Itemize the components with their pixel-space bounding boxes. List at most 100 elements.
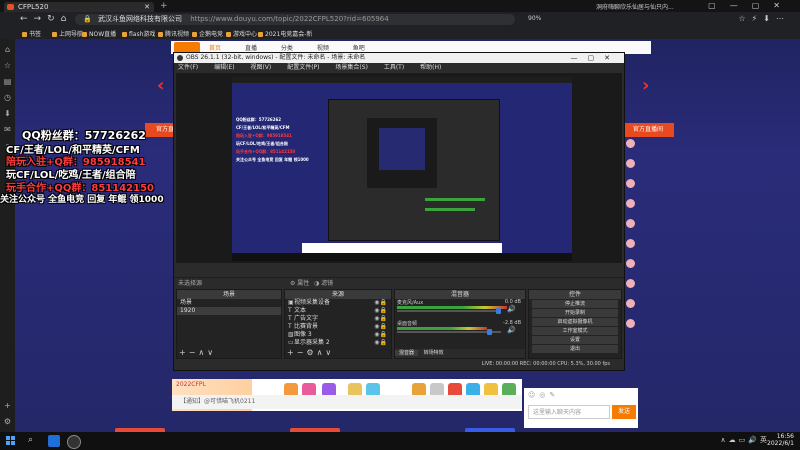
start-icon[interactable] [6, 436, 15, 445]
scene-item[interactable]: 场景 [177, 299, 281, 307]
browser-tab[interactable]: CFPL520 ✕ [4, 2, 154, 12]
source-item[interactable]: T 广告文字 ◉🔒 [285, 315, 391, 323]
close-tab-icon[interactable]: ✕ [144, 2, 150, 12]
new-tab-icon[interactable]: + [160, 1, 168, 11]
tab-transitions[interactable]: 转场特效 [420, 350, 448, 356]
start-recording-button[interactable]: 开始录制 [532, 309, 618, 317]
badge-icon[interactable] [626, 159, 635, 168]
nav-link[interactable]: 首页 [209, 45, 221, 52]
official-room-button[interactable]: 官方直播间 [622, 123, 674, 137]
sidebar-star-icon[interactable]: ☆ [3, 61, 12, 70]
source-item[interactable]: ▭显示器采集 2 ◉🔒 [285, 339, 391, 347]
sidebar-history-icon[interactable]: ◷ [3, 93, 12, 102]
obs-preview[interactable]: QQ粉丝群：57726262 CF/王者/LOL/和平精英/CFM 陪玩入驻+Q… [176, 73, 622, 263]
badge-icon[interactable] [626, 199, 635, 208]
eye-lock-icon[interactable]: ◉🔒 [374, 315, 387, 323]
sidebar-mail-icon[interactable]: ✉ [3, 125, 12, 134]
obs-window-controls[interactable]: —▢✕ [571, 53, 620, 63]
audio-meter [397, 306, 507, 309]
bookmark-item[interactable]: 游戏中心 [226, 29, 257, 38]
eye-lock-icon[interactable]: ◉🔒 [374, 299, 387, 307]
search-icon[interactable]: ⌕ [28, 435, 33, 445]
bookmark-item[interactable]: 上网导航 [52, 29, 83, 38]
source-item[interactable]: ▧图像 3 ◉🔒 [285, 331, 391, 339]
menu-profile[interactable]: 配置文件(P) [287, 64, 319, 71]
speaker-icon[interactable]: 🔊 [507, 305, 516, 313]
badge-icon[interactable] [626, 299, 635, 308]
volume-slider[interactable] [397, 308, 501, 314]
menu-scene-collection[interactable]: 场景集合(S) [335, 64, 368, 71]
badge-icon[interactable] [626, 319, 635, 328]
sidebar-add-icon[interactable]: + [3, 401, 12, 410]
browser-tab-bar: CFPL520 ✕ + 洞府嗨聊欣乐仙居与仙只内... ▢—▢✕ [0, 0, 800, 12]
badge-icon[interactable] [626, 259, 635, 268]
eye-lock-icon[interactable]: ◉🔒 [374, 323, 387, 331]
bookmark-item[interactable]: 企鹅电竞 [192, 29, 223, 38]
slider-knob[interactable] [487, 329, 492, 335]
controls-header: 控件 [529, 290, 621, 299]
controls-panel: 控件 停止推流 开始录制 启动虚拟摄像机 工作室模式 设置 退出 [528, 289, 622, 359]
folder-icon [158, 32, 163, 37]
sidebar-settings-icon[interactable]: ⚙ [3, 417, 12, 426]
browser-app-icon[interactable] [48, 435, 60, 447]
nav-link[interactable]: 直播 [245, 45, 257, 52]
preview-overlay-text: 玩CF/LOL/吃鸡/王者/组合陪 [236, 141, 288, 146]
url-field[interactable]: 🔒 武汉斗鱼网络科技有限公司 https://www.douyu.com/top… [75, 14, 515, 25]
sidebar-download-icon[interactable]: ⬇ [3, 109, 12, 118]
speaker-icon[interactable]: 🔊 [507, 326, 516, 334]
prev-arrow-icon[interactable]: ‹ [157, 75, 164, 96]
obs-title: OBS 26.1.1 (32-bit, windows) - 配置文件: 未命名… [186, 54, 366, 61]
chat-input[interactable]: 这里输入聊天内容 [528, 405, 610, 419]
clock[interactable]: 16:56 2022/6/1 [767, 433, 794, 447]
eye-lock-icon[interactable]: ◉🔒 [374, 307, 387, 315]
settings-button[interactable]: 设置 [532, 336, 618, 344]
menu-help[interactable]: 帮助(H) [420, 64, 441, 71]
window-controls[interactable]: ▢—▢✕ [708, 1, 794, 10]
sidebar-home-icon[interactable]: ⌂ [3, 45, 12, 54]
source-item[interactable]: T 文本 ◉🔒 [285, 307, 391, 315]
extension-icons[interactable]: ☆⚡⬇⋯ [739, 14, 791, 23]
source-item[interactable]: ▣视频采集设备 ◉🔒 [285, 299, 391, 307]
source-item[interactable]: T 比赛背景 ◉🔒 [285, 323, 391, 331]
stop-streaming-button[interactable]: 停止推流 [532, 300, 618, 308]
scene-controls[interactable]: +−∧∨ [179, 348, 216, 357]
badge-icon[interactable] [626, 179, 635, 188]
badge-icon[interactable] [626, 239, 635, 248]
bookmark-item[interactable]: 腾讯视频 [158, 29, 189, 38]
nav-link[interactable]: 鱼吧 [353, 45, 365, 52]
badge-icon[interactable] [626, 279, 635, 288]
obs-app-icon[interactable] [67, 435, 81, 449]
system-tray-icons[interactable]: ∧☁▭🔊英 [721, 435, 770, 445]
bookmark-item[interactable]: 2021电竞嘉会-新 [258, 29, 312, 38]
exit-button[interactable]: 退出 [532, 345, 618, 353]
bookmark-item[interactable]: NOW直播 [82, 29, 116, 38]
slider-knob[interactable] [496, 308, 501, 314]
bookmark-item[interactable]: flash游戏 [122, 29, 155, 38]
source-controls[interactable]: +−⚙∧∨ [287, 348, 334, 357]
next-arrow-icon[interactable]: › [642, 75, 649, 96]
chat-tool-icons[interactable]: ☺◎✎ [528, 391, 559, 399]
folder-icon [122, 32, 127, 37]
volume-slider[interactable] [397, 329, 501, 335]
tab-search-hint[interactable]: 洞府嗨聊欣乐仙居与仙只内... [596, 2, 686, 11]
virtual-camera-button[interactable]: 启动虚拟摄像机 [532, 318, 618, 326]
zoom-level[interactable]: 90% [528, 15, 541, 22]
tab-mixer[interactable]: 混音器 [395, 350, 419, 356]
eye-lock-icon[interactable]: ◉🔒 [374, 339, 387, 347]
eye-lock-icon[interactable]: ◉🔒 [374, 331, 387, 339]
menu-edit[interactable]: 编辑(E) [214, 64, 234, 71]
nav-link[interactable]: 分类 [281, 45, 293, 52]
menu-tools[interactable]: 工具(T) [384, 64, 404, 71]
menu-file[interactable]: 文件(F) [178, 64, 198, 71]
studio-mode-button[interactable]: 工作室模式 [532, 327, 618, 335]
sidebar-book-icon[interactable]: ▤ [3, 77, 12, 86]
badge-icon[interactable] [626, 219, 635, 228]
nav-buttons[interactable]: ←→↻⌂ [20, 14, 72, 24]
nav-link[interactable]: 视频 [317, 45, 329, 52]
bookmark-item[interactable]: 书签 [22, 29, 41, 38]
folder-icon [226, 32, 231, 37]
badge-icon[interactable] [626, 139, 635, 148]
chat-send-button[interactable]: 发送 [612, 405, 636, 419]
scene-item[interactable]: 1920 [177, 307, 281, 315]
menu-view[interactable]: 视图(V) [250, 64, 271, 71]
